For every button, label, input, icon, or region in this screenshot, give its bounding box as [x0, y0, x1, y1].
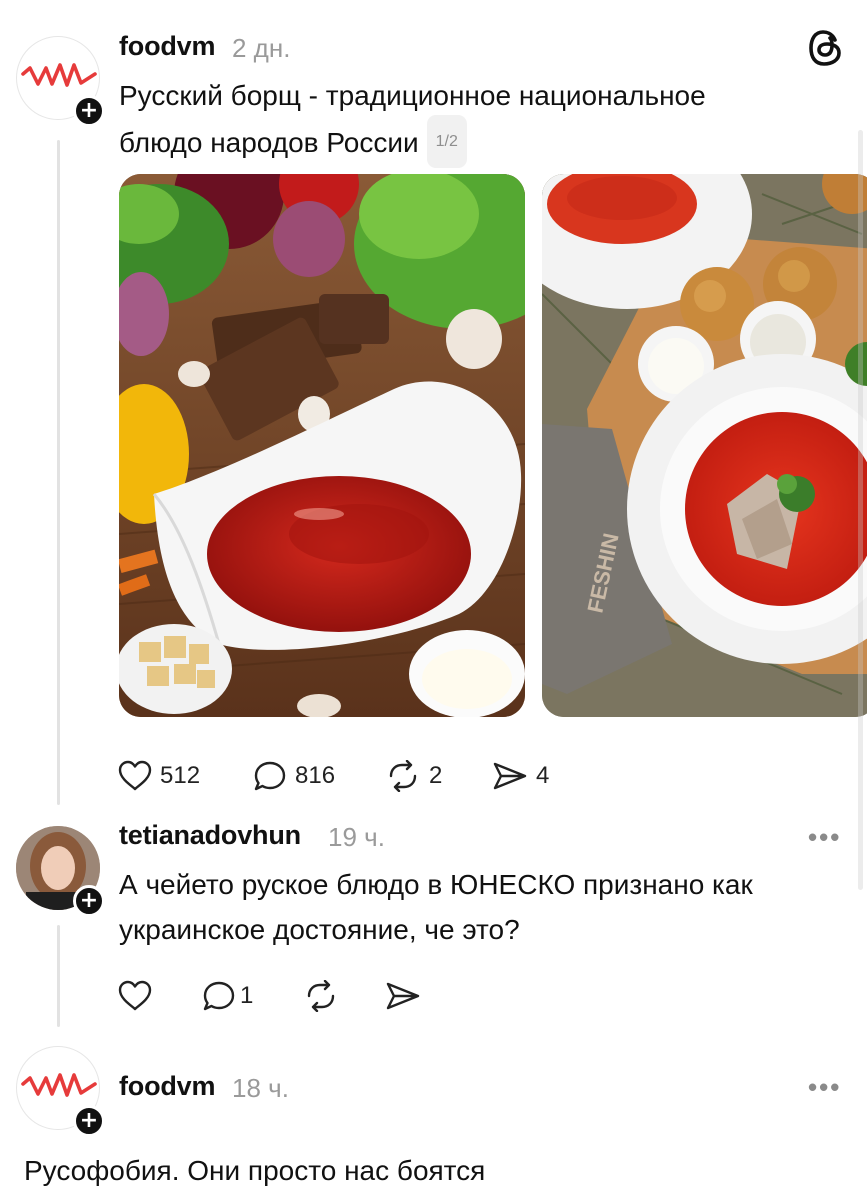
reply1-text-line2: украинское достояние, че это?: [119, 914, 520, 945]
follow-plus-button[interactable]: +: [73, 1105, 105, 1137]
comment-button[interactable]: 816: [253, 760, 335, 792]
follow-plus-button[interactable]: +: [73, 885, 105, 917]
repost-count: 2: [429, 762, 443, 789]
repost-button[interactable]: 2: [385, 760, 442, 792]
post-username[interactable]: foodvm: [119, 31, 215, 62]
share-button[interactable]: [385, 980, 421, 1012]
reply1-timestamp: 19 ч.: [328, 822, 385, 852]
scrollbar[interactable]: [858, 130, 863, 890]
comment-count: 816: [295, 762, 336, 789]
like-button[interactable]: 512: [118, 760, 200, 792]
repost-icon: [389, 760, 417, 792]
reply2-more-button[interactable]: •••: [808, 1072, 841, 1103]
comment-button[interactable]: 1: [202, 980, 253, 1012]
like-count: 512: [160, 762, 201, 789]
send-icon: [493, 762, 527, 790]
send-icon: [386, 982, 420, 1010]
share-count: 4: [536, 762, 550, 789]
comment-icon: [254, 761, 286, 791]
comment-icon: [203, 981, 235, 1011]
reply1-username[interactable]: tetianadovhun: [119, 820, 301, 851]
reply1-text-line1: А чейето руское блюдо в ЮНЕСКО признано …: [119, 869, 753, 900]
heart-icon: [118, 980, 152, 1011]
thread-line: [57, 925, 60, 1027]
post-image-1[interactable]: [119, 174, 525, 717]
repost-icon: [307, 980, 335, 1012]
thread-line: [57, 140, 60, 805]
image-counter: 1/2: [426, 115, 467, 168]
post-text: Русский борщ - традиционное национальное…: [119, 73, 706, 171]
follow-plus-button[interactable]: +: [73, 95, 105, 127]
reply2-text: Русофобия. Они просто нас боятся: [24, 1155, 486, 1186]
reply1-text: А чейето руское блюдо в ЮНЕСКО признано …: [119, 862, 753, 952]
reply2-username[interactable]: foodvm: [119, 1071, 215, 1102]
share-button[interactable]: 4: [492, 760, 549, 792]
threads-logo-icon[interactable]: [808, 28, 844, 68]
heart-icon: [118, 760, 152, 791]
post-image-2[interactable]: FESHIN: [542, 174, 867, 717]
comment-count: 1: [240, 982, 254, 1009]
like-button[interactable]: [118, 980, 152, 1012]
post-text-line1: Русский борщ - традиционное национальное: [119, 80, 706, 111]
post-text-line2: блюдо народов России: [119, 126, 419, 158]
reply2-timestamp: 18 ч.: [232, 1073, 289, 1103]
repost-button[interactable]: [303, 980, 339, 1012]
reply1-more-button[interactable]: •••: [808, 822, 841, 853]
post-timestamp: 2 дн.: [232, 33, 291, 63]
